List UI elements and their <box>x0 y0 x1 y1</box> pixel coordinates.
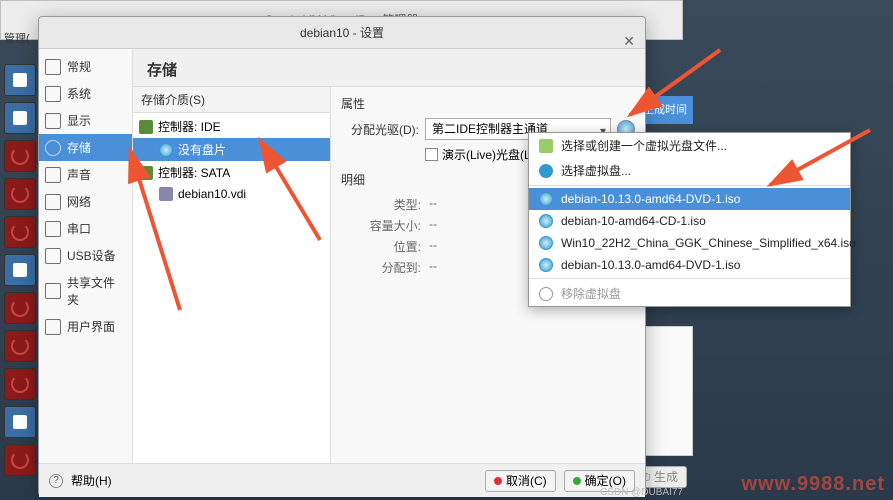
menu-iso-item[interactable]: debian-10.13.0-amd64-DVD-1.iso <box>529 254 850 276</box>
choose-icon <box>539 164 553 178</box>
drive-label: 分配光驱(D): <box>341 121 419 138</box>
page-title: 存储 <box>133 49 645 86</box>
close-icon[interactable]: ✕ <box>623 25 635 57</box>
sidebar-item-serial[interactable]: 串口 <box>39 215 132 242</box>
audio-icon <box>45 167 61 183</box>
settings-sidebar: 常规 系统 显示 存储 声音 网络 串口 USB设备 共享文件夹 用户界面 <box>39 49 133 463</box>
controller-icon <box>139 166 153 180</box>
menu-iso-item[interactable]: Win10_22H2_China_GGK_Chinese_Simplified_… <box>529 232 850 254</box>
launcher-icon[interactable] <box>4 140 36 172</box>
controller-icon <box>139 120 153 134</box>
manager-menu[interactable]: 管理( <box>4 30 30 46</box>
sidebar-item-usb[interactable]: USB设备 <box>39 242 132 269</box>
help-button[interactable]: 帮助(H) <box>71 472 112 489</box>
sidebar-item-network[interactable]: 网络 <box>39 188 132 215</box>
launcher-icon[interactable] <box>4 216 36 248</box>
sidebar-item-ui[interactable]: 用户界面 <box>39 313 132 340</box>
sidebar-item-general[interactable]: 常规 <box>39 53 132 80</box>
disc-menu: 选择或创建一个虚拟光盘文件... 选择虚拟盘... debian-10.13.0… <box>528 132 851 307</box>
menu-separator <box>529 278 850 279</box>
menu-iso-item[interactable]: debian-10-amd64-CD-1.iso <box>529 210 850 232</box>
launcher-icon[interactable] <box>4 292 36 324</box>
remove-icon <box>539 287 553 301</box>
live-cd-checkbox[interactable] <box>425 148 438 161</box>
launcher-icon[interactable] <box>4 254 36 286</box>
ui-icon <box>45 319 61 335</box>
menu-choose-virtual[interactable]: 选择虚拟盘... <box>529 158 850 183</box>
menu-remove-disc: 移除虚拟盘 <box>529 281 850 306</box>
disc-icon <box>539 258 553 272</box>
watermark: www.9988.net <box>741 473 885 496</box>
cancel-button[interactable]: 取消(C) <box>485 470 556 492</box>
sidebar-item-system[interactable]: 系统 <box>39 80 132 107</box>
launcher-icon[interactable] <box>4 406 36 438</box>
disc-icon <box>539 236 553 250</box>
live-cd-label: 演示(Live)光盘(L) <box>442 146 535 163</box>
disc-icon <box>539 192 553 206</box>
launcher-icon[interactable] <box>4 330 36 362</box>
system-icon <box>45 86 61 102</box>
usb-icon <box>45 248 61 264</box>
csdn-watermark: CSDN @DUBAI77 <box>600 487 683 498</box>
general-icon <box>45 59 61 75</box>
cancel-icon <box>494 477 502 485</box>
sidebar-item-audio[interactable]: 声音 <box>39 161 132 188</box>
tree-controller-ide[interactable]: 控制器: IDE <box>133 115 330 138</box>
storage-tree-panel: 存储介质(S) 控制器: IDE 没有盘片 控制器: SATA debian10… <box>133 87 331 463</box>
launcher-icon[interactable] <box>4 444 36 476</box>
storage-icon <box>45 140 61 156</box>
serial-icon <box>45 221 61 237</box>
disc-icon <box>539 214 553 228</box>
launcher-icon[interactable] <box>4 368 36 400</box>
menu-choose-create[interactable]: 选择或创建一个虚拟光盘文件... <box>529 133 850 158</box>
display-icon <box>45 113 61 129</box>
settings-title: debian10 - 设置 <box>300 26 384 40</box>
tree-header: 存储介质(S) <box>133 87 330 113</box>
add-icon <box>539 139 553 153</box>
launcher-icon[interactable] <box>4 64 36 96</box>
sidebar-item-shared[interactable]: 共享文件夹 <box>39 269 132 313</box>
menu-iso-item[interactable]: debian-10.13.0-amd64-DVD-1.iso <box>529 188 850 210</box>
tree-vdi[interactable]: debian10.vdi <box>133 184 330 204</box>
props-header: 属性 <box>341 93 635 118</box>
settings-footer: ? 帮助(H) 取消(C) 确定(O) <box>39 463 645 497</box>
sidebar-item-storage[interactable]: 存储 <box>39 134 132 161</box>
network-icon <box>45 194 61 210</box>
tree-controller-sata[interactable]: 控制器: SATA <box>133 161 330 184</box>
sidebar-item-display[interactable]: 显示 <box>39 107 132 134</box>
hdd-icon <box>159 187 173 201</box>
settings-titlebar[interactable]: debian10 - 设置 ✕ <box>39 17 645 49</box>
launcher-icon[interactable] <box>4 102 36 134</box>
help-icon: ? <box>49 474 63 488</box>
launcher-icon[interactable] <box>4 178 36 210</box>
ok-icon <box>573 477 581 485</box>
launcher-icons <box>0 50 40 482</box>
disc-icon <box>159 143 173 157</box>
tree-empty-disc[interactable]: 没有盘片 <box>133 138 330 161</box>
menu-separator <box>529 185 850 186</box>
folder-icon <box>45 283 61 299</box>
